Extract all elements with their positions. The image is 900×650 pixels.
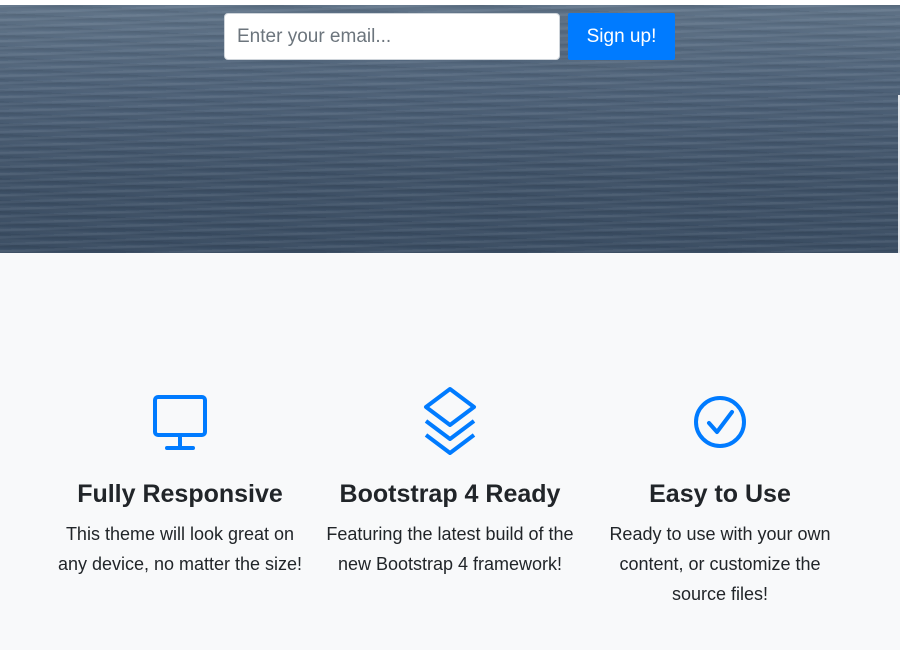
monitor-icon bbox=[153, 395, 207, 450]
signup-form: Sign up! bbox=[224, 13, 675, 60]
feature-title: Easy to Use bbox=[649, 480, 791, 508]
signup-button[interactable]: Sign up! bbox=[568, 13, 675, 60]
feature-title: Bootstrap 4 Ready bbox=[339, 480, 561, 508]
features-section: Fully Responsive This theme will look gr… bbox=[0, 253, 900, 650]
feature-bootstrap: Bootstrap 4 Ready Featuring the latest b… bbox=[320, 385, 580, 579]
email-input[interactable] bbox=[224, 13, 560, 60]
feature-responsive: Fully Responsive This theme will look gr… bbox=[50, 385, 310, 579]
check-circle-icon bbox=[694, 396, 746, 448]
feature-description: This theme will look great on any device… bbox=[57, 524, 303, 574]
layers-icon bbox=[424, 387, 476, 455]
landing-page: Sign up! Fully Responsive This theme wil… bbox=[0, 0, 900, 650]
feature-description: Featuring the latest build of the new Bo… bbox=[326, 524, 574, 574]
feature-description: Ready to use with your own content, or c… bbox=[609, 524, 831, 604]
feature-easy: Easy to Use Ready to use with your own c… bbox=[590, 385, 850, 609]
feature-title: Fully Responsive bbox=[77, 480, 283, 508]
